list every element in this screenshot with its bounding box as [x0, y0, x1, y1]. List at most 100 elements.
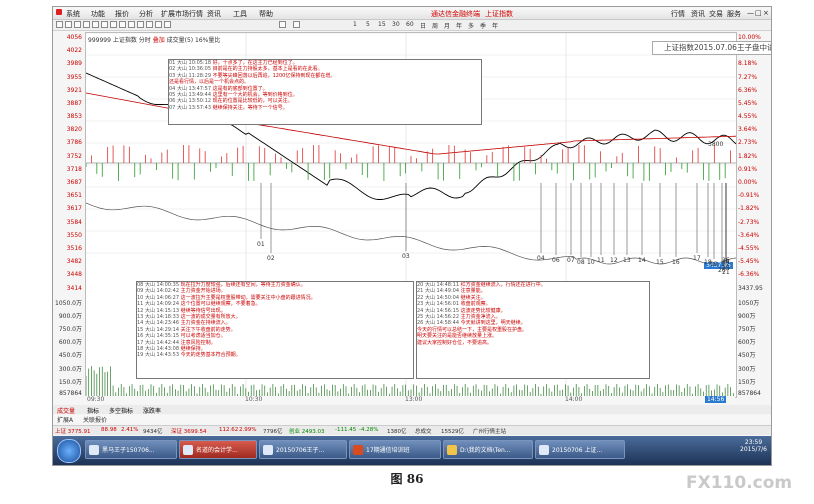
app-logo-icon [56, 9, 62, 15]
point-label: 06 [552, 257, 560, 264]
table-icon[interactable] [137, 21, 144, 28]
period-month[interactable]: 月 [444, 21, 450, 30]
note-cell: 不要等尖峰回落以后再追，1200亿保持到现在都在增。 [212, 72, 336, 79]
tab-adr[interactable]: 涨跌率 [143, 406, 161, 415]
minimize-button[interactable]: — [747, 9, 754, 17]
note-cell: 继续保持关注，等待下一个信号。 [212, 104, 288, 111]
period-quarter[interactable]: 季 [480, 21, 486, 30]
left-axis-tick: 3482 [66, 258, 82, 266]
chart-icon[interactable] [92, 21, 99, 28]
left-axis-tick: 3448 [66, 271, 82, 279]
menu-item-analysis[interactable]: 分析 [139, 9, 153, 19]
note-cell: 11 [137, 301, 145, 308]
tab-volume[interactable]: 成交量 [57, 406, 75, 415]
note-cell: 14:09:24 [156, 301, 181, 308]
note-cell: 10:36:05 [188, 66, 213, 73]
menu-item-news[interactable]: 资讯 [207, 9, 221, 19]
note-cell: 继续等待信号出现。 [180, 307, 226, 314]
note-cell: 13:47:57 [188, 85, 213, 92]
news-icon[interactable] [164, 21, 171, 28]
period-multi[interactable]: 多 [468, 21, 474, 30]
back-icon[interactable] [56, 21, 63, 28]
right-percent-axis: 10.00%9.18%8.18%7.27%6.36%5.45%4.55%3.64… [736, 32, 771, 397]
period-60min[interactable]: 60 [406, 21, 414, 28]
left-axis-tick: 3921 [66, 86, 82, 94]
menu-item-quote[interactable]: 报价 [115, 9, 129, 19]
menu-right-quote[interactable]: 行情 [671, 9, 685, 19]
app-window: 系统 功能 报价 分析 扩展市场行情 资讯 工具 帮助 通达信金融终端 上证指数… [52, 6, 772, 466]
note-cell: 17 [137, 339, 145, 346]
left-axis-tick: 3651 [66, 192, 82, 200]
point-label: 02 [267, 255, 275, 262]
tab-indicator[interactable]: 指标 [87, 406, 99, 415]
up-icon[interactable] [74, 21, 81, 28]
period-5min[interactable]: 5 [366, 21, 370, 28]
forward-icon[interactable] [65, 21, 72, 28]
taskbar-item-3[interactable]: 17期通信培训班 [349, 440, 441, 459]
home-icon[interactable] [83, 21, 90, 28]
taskbar-item-4[interactable]: D:\我的文档\Ten... [443, 440, 533, 459]
status-server: 广州行情主站 [473, 429, 507, 435]
period-1min[interactable]: 1 [353, 21, 357, 28]
menu-item-tools[interactable]: 工具 [233, 9, 247, 19]
menu-item-function[interactable]: 功能 [91, 9, 105, 19]
menu-item-system[interactable]: 系统 [66, 9, 80, 19]
menu-item-help[interactable]: 帮助 [259, 9, 273, 19]
maximize-button[interactable]: □ [755, 9, 762, 17]
taskbar-item-label: 20150706 上证... [552, 447, 603, 454]
windows-taskbar: 黑马王子150706... 名道的会计学... 20150706王子... 17… [53, 436, 771, 465]
note-cell: 目前是在的主力持股太多，基本上是看的在此看。 [212, 66, 323, 73]
period-year2[interactable]: 年 [492, 21, 498, 30]
period-day[interactable]: 日 [420, 21, 426, 30]
period-year[interactable]: 年 [456, 21, 462, 30]
point-label: 15 [656, 259, 664, 266]
taskbar-item-label: 名道的会计学... [196, 447, 238, 454]
right-axis-tick: 1.82% [738, 152, 758, 160]
note-cell: 大山 [176, 98, 189, 105]
start-button[interactable] [57, 439, 81, 463]
point-label: 14 [638, 257, 646, 264]
note-cell: 06 [169, 98, 177, 105]
taskbar-item-1[interactable]: 名道的会计学... [179, 440, 257, 459]
word-icon [263, 445, 273, 455]
left-axis-tick: 3786 [66, 139, 82, 147]
note-cell: 今天就讲到这里，明天继续。 [460, 320, 526, 327]
layout-icon[interactable] [155, 21, 162, 28]
list-icon[interactable] [128, 21, 135, 28]
grid-icon[interactable] [101, 21, 108, 28]
intraday-chart[interactable]: 999999 上证指数 分时 叠加 成交量(5) 16%量比 上证指数2015.… [85, 32, 771, 398]
tab-ext-a[interactable]: 扩展A [57, 415, 73, 424]
menu-right-service[interactable]: 服务 [727, 9, 741, 19]
menu-right-news[interactable]: 资讯 [691, 9, 705, 19]
note-cell: 16 [137, 333, 145, 340]
note-cell: 14:50:04 [436, 294, 461, 301]
period-15min[interactable]: 15 [378, 21, 386, 28]
zoom-icon[interactable] [293, 21, 300, 28]
taskbar-item-2[interactable]: 20150706王子... [259, 440, 347, 459]
tab-related-quote[interactable]: 关联报价 [83, 415, 107, 424]
system-tray-clock[interactable]: 23:59 2015/7/6 [740, 439, 767, 453]
menu-right-trade[interactable]: 交易 [709, 9, 723, 19]
note-cell: 这波走势比较健康。 [460, 307, 506, 314]
menu-item-extended-market[interactable]: 扩展市场行情 [161, 9, 203, 19]
window-icon[interactable] [146, 21, 153, 28]
note-cell: 大山 [144, 307, 157, 314]
point-label: 11 [597, 257, 605, 264]
right-axis-tick: 2.73% [738, 139, 758, 147]
pen-icon[interactable] [279, 21, 286, 28]
note-cell: 大山 [424, 307, 437, 314]
taskbar-item-5[interactable]: 20150706 上证... [535, 440, 625, 459]
period-week[interactable]: 周 [432, 21, 438, 30]
left-axis-tick: 600.0万 [58, 339, 82, 347]
kline-icon[interactable] [119, 21, 126, 28]
refresh-icon[interactable] [110, 21, 117, 28]
point-label: 17 [693, 255, 701, 262]
taskbar-item-0[interactable]: 黑马王子150706... [85, 440, 177, 459]
close-button[interactable]: × [763, 9, 769, 17]
chart-period: 分时 [138, 37, 151, 44]
left-axis-tick: 3687 [66, 179, 82, 187]
left-axis-tick: 3853 [66, 113, 82, 121]
note-cell: 21 [417, 288, 425, 295]
period-30min[interactable]: 30 [392, 21, 400, 28]
tab-long-short[interactable]: 多空指标 [109, 406, 133, 415]
